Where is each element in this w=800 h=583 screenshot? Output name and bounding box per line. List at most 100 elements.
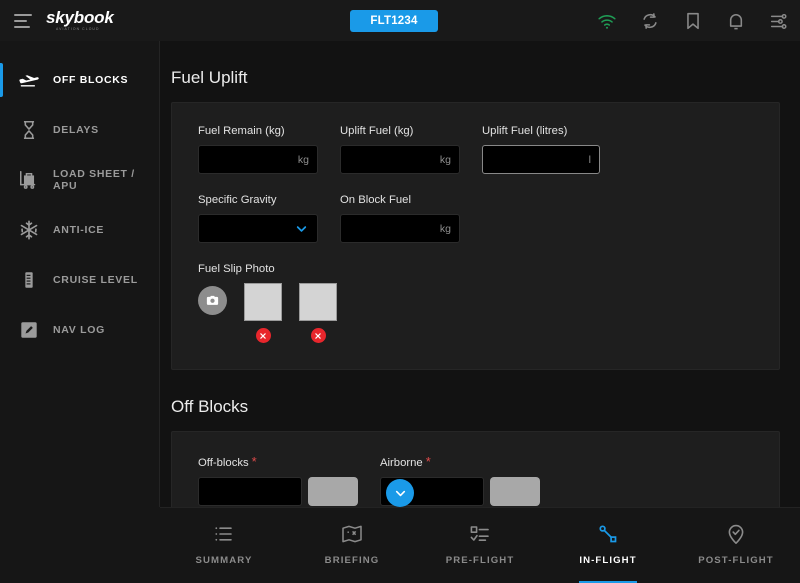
hamburger-icon[interactable] xyxy=(14,13,32,28)
skybook-logo: skybook aviation cloud xyxy=(46,9,114,31)
field-label: Airborne * xyxy=(380,454,540,469)
tab-pre-flight[interactable]: PRE-FLIGHT xyxy=(416,508,544,583)
fuel-uplift-row-2: Specific Gravity On Block Fuel kg xyxy=(198,194,753,243)
map-icon xyxy=(342,525,362,543)
snowflake-icon xyxy=(18,219,40,241)
off-blocks-card: Off-blocks * Airborne * xyxy=(171,431,780,507)
fuel-remain-input[interactable]: kg xyxy=(198,145,318,174)
fuel-uplift-row-1: Fuel Remain (kg) kg Uplift Fuel (kg) kg … xyxy=(198,125,753,174)
list-icon xyxy=(215,527,232,541)
sidebar-item-off-blocks[interactable]: OFF BLOCKS xyxy=(0,55,159,105)
fuel-slip-thumb-1[interactable] xyxy=(244,283,282,321)
chevron-down-icon xyxy=(395,490,405,496)
uplift-fuel-kg-input[interactable]: kg xyxy=(340,145,460,174)
active-indicator xyxy=(0,113,3,147)
fuel-slip-photo-label: Fuel Slip Photo xyxy=(198,263,275,275)
field-on-block-fuel: On Block Fuel kg xyxy=(340,194,460,243)
tab-label: PRE-FLIGHT xyxy=(445,555,515,566)
main-content-scroll[interactable]: Fuel Uplift Fuel Remain (kg) kg Uplift F… xyxy=(160,41,800,507)
field-uplift-fuel-litres: Uplift Fuel (litres) l xyxy=(482,125,600,174)
close-x-icon[interactable] xyxy=(255,328,271,343)
wifi-icon[interactable] xyxy=(596,10,618,32)
tab-summary[interactable]: SUMMARY xyxy=(160,508,288,583)
sidebar-item-delays[interactable]: DELAYS xyxy=(0,105,159,155)
chevron-down-icon xyxy=(296,225,307,232)
field-uplift-fuel-kg: Uplift Fuel (kg) kg xyxy=(340,125,460,174)
field-label-text: Off-blocks xyxy=(198,457,249,469)
airborne-now-button[interactable] xyxy=(490,477,540,506)
active-indicator xyxy=(0,213,3,247)
on-block-fuel-input[interactable]: kg xyxy=(340,214,460,243)
pencil-square-icon xyxy=(18,319,40,341)
header-icon-group xyxy=(596,0,790,41)
pin-check-icon xyxy=(728,524,744,544)
tab-label: BRIEFING xyxy=(324,555,380,566)
flight-number-badge[interactable]: FLT1234 xyxy=(350,10,438,32)
bottom-nav-sidebar-spacer xyxy=(0,507,160,583)
camera-icon[interactable] xyxy=(198,286,227,315)
tab-in-flight[interactable]: IN-FLIGHT xyxy=(544,508,672,583)
fuel-uplift-card: Fuel Remain (kg) kg Uplift Fuel (kg) kg … xyxy=(171,102,780,370)
active-indicator xyxy=(0,63,3,97)
tab-label: POST-FLIGHT xyxy=(698,555,774,566)
app-header: skybook aviation cloud FLT1234 xyxy=(0,0,800,41)
bell-icon[interactable] xyxy=(725,10,747,32)
sidebar-item-label: ANTI-ICE xyxy=(53,224,105,236)
sidebar-item-label: DELAYS xyxy=(53,124,99,136)
fuel-slip-photo-section: Fuel Slip Photo xyxy=(198,263,753,343)
ruler-icon xyxy=(18,269,40,291)
sidebar-item-label: NAV LOG xyxy=(53,324,105,336)
scroll-down-fab[interactable] xyxy=(386,479,414,507)
field-fuel-remain: Fuel Remain (kg) kg xyxy=(198,125,318,174)
unit-suffix: kg xyxy=(439,153,451,166)
uplift-fuel-litres-input[interactable]: l xyxy=(482,145,600,174)
unit-suffix: l xyxy=(588,153,591,166)
left-sidebar: OFF BLOCKS DELAYS LOAD SHEET / APU ANTI-… xyxy=(0,41,160,507)
active-indicator xyxy=(0,263,3,297)
required-asterisk: * xyxy=(425,454,431,469)
route-icon xyxy=(599,525,617,543)
settings-sliders-icon[interactable] xyxy=(768,10,790,32)
logo-subtext: aviation cloud xyxy=(56,27,100,32)
fuel-slip-thumb-2-wrap xyxy=(299,283,337,343)
bookmark-icon[interactable] xyxy=(682,10,704,32)
tab-post-flight[interactable]: POST-FLIGHT xyxy=(672,508,800,583)
field-label: Specific Gravity xyxy=(198,194,277,206)
fuel-slip-thumb-2[interactable] xyxy=(299,283,337,321)
skybook-app-window: skybook aviation cloud FLT1234 xyxy=(0,0,800,583)
sidebar-item-cruise-level[interactable]: CRUISE LEVEL xyxy=(0,255,159,305)
field-label: Uplift Fuel (kg) xyxy=(340,125,414,137)
field-label: Fuel Remain (kg) xyxy=(198,125,285,137)
active-indicator xyxy=(0,163,3,197)
close-x-icon[interactable] xyxy=(310,328,326,343)
sidebar-item-anti-ice[interactable]: ANTI-ICE xyxy=(0,205,159,255)
field-label: Off-blocks * xyxy=(198,454,358,469)
checklist-icon xyxy=(470,526,489,541)
sidebar-item-nav-log[interactable]: NAV LOG xyxy=(0,305,159,355)
sidebar-item-load-sheet-apu[interactable]: LOAD SHEET / APU xyxy=(0,155,159,205)
logo-text: skybook xyxy=(46,8,114,28)
sync-icon[interactable] xyxy=(639,10,661,32)
fuel-uplift-heading: Fuel Uplift xyxy=(171,68,248,87)
active-indicator xyxy=(0,313,3,347)
off-blocks-heading: Off Blocks xyxy=(171,397,249,416)
sidebar-item-label: OFF BLOCKS xyxy=(53,74,129,86)
field-label-text: Airborne xyxy=(380,457,423,469)
sidebar-item-label: LOAD SHEET / APU xyxy=(53,168,135,192)
unit-suffix: kg xyxy=(297,153,309,166)
plane-departure-icon xyxy=(18,69,40,91)
tab-briefing[interactable]: BRIEFING xyxy=(288,508,416,583)
off-blocks-row: Off-blocks * Airborne * xyxy=(198,454,753,506)
unit-suffix: kg xyxy=(439,222,451,235)
specific-gravity-select[interactable] xyxy=(198,214,318,243)
off-blocks-now-button[interactable] xyxy=(308,477,358,506)
hourglass-icon xyxy=(18,119,40,141)
tab-label: IN-FLIGHT xyxy=(579,555,637,566)
off-blocks-controls xyxy=(198,477,358,506)
required-asterisk: * xyxy=(251,454,257,469)
fuel-slip-thumb-1-wrap xyxy=(244,283,282,343)
field-specific-gravity: Specific Gravity xyxy=(198,194,318,243)
field-label: On Block Fuel xyxy=(340,194,411,206)
off-blocks-time-input[interactable] xyxy=(198,477,302,506)
field-label: Uplift Fuel (litres) xyxy=(482,125,568,137)
